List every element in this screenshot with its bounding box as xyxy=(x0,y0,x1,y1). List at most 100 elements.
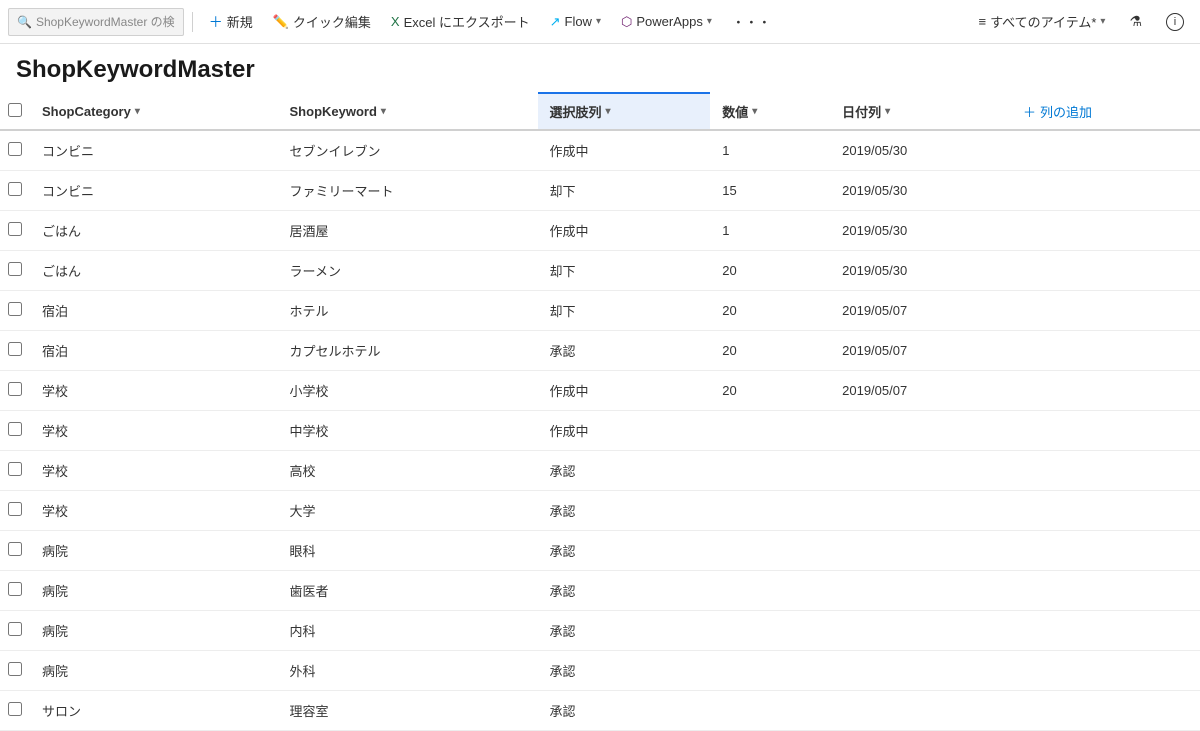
shop-category-header[interactable]: ShopCategory ▾ xyxy=(30,93,278,130)
table-row[interactable]: 学校高校承認 xyxy=(0,450,1200,490)
quick-edit-button[interactable]: ✏️ クイック編集 xyxy=(265,6,379,38)
row-checkbox-cell xyxy=(0,690,30,730)
row-dateCol-cell xyxy=(830,610,1011,650)
row-checkbox[interactable] xyxy=(8,262,22,276)
table-row[interactable]: 病院外科承認 xyxy=(0,650,1200,690)
row-checkbox[interactable] xyxy=(8,382,22,396)
table-row[interactable]: ごはん居酒屋作成中12019/05/30 xyxy=(0,210,1200,250)
row-shopCategory-cell: 宿泊 xyxy=(30,330,278,370)
excel-icon: X xyxy=(391,14,400,29)
row-checkbox[interactable] xyxy=(8,662,22,676)
select-all-checkbox[interactable] xyxy=(8,103,22,117)
row-shopCategory-cell: 病院 xyxy=(30,530,278,570)
select-col-header[interactable]: 選択肢列 ▾ xyxy=(538,93,711,130)
powerapps-button[interactable]: ⬡ PowerApps ▾ xyxy=(613,6,720,38)
row-selectCol-cell: 承認 xyxy=(538,610,711,650)
table-row[interactable]: 病院内科承認 xyxy=(0,610,1200,650)
shop-keyword-header[interactable]: ShopKeyword ▾ xyxy=(278,93,538,130)
info-icon: i xyxy=(1166,13,1184,31)
row-selectCol-cell: 却下 xyxy=(538,170,711,210)
table-row[interactable]: ごはんラーメン却下202019/05/30 xyxy=(0,250,1200,290)
row-value-cell xyxy=(710,650,830,690)
date-col-header[interactable]: 日付列 ▾ xyxy=(830,93,1011,130)
all-items-chevron-icon: ▾ xyxy=(1100,16,1105,27)
row-add-col-cell xyxy=(1011,290,1200,330)
checkbox-header[interactable] xyxy=(0,93,30,130)
add-column-button[interactable]: ＋ 列の追加 xyxy=(1023,102,1092,121)
row-checkbox[interactable] xyxy=(8,342,22,356)
shop-category-label: ShopCategory xyxy=(42,104,131,119)
add-col-header[interactable]: ＋ 列の追加 xyxy=(1011,93,1200,130)
row-checkbox[interactable] xyxy=(8,302,22,316)
row-shopKeyword-cell: 眼科 xyxy=(278,530,538,570)
plus-icon: ＋ xyxy=(1023,102,1036,121)
row-checkbox[interactable] xyxy=(8,702,22,716)
row-value-cell: 1 xyxy=(710,130,830,170)
table-row[interactable]: コンビニファミリーマート却下152019/05/30 xyxy=(0,170,1200,210)
pencil-icon: ✏️ xyxy=(273,14,289,30)
row-value-cell xyxy=(710,490,830,530)
row-value-cell xyxy=(710,450,830,490)
export-excel-button[interactable]: X Excel にエクスポート xyxy=(383,6,538,38)
more-button[interactable]: ・・・ xyxy=(724,6,779,38)
table-row[interactable]: 病院歯医者承認 xyxy=(0,570,1200,610)
flow-button[interactable]: ↗ Flow ▾ xyxy=(542,6,609,38)
table-row[interactable]: コンビニセブンイレブン作成中12019/05/30 xyxy=(0,130,1200,170)
row-checkbox[interactable] xyxy=(8,622,22,636)
hamburger-icon: ≡ xyxy=(978,14,986,29)
page-title-area: ShopKeywordMaster xyxy=(0,44,1200,92)
powerapps-icon: ⬡ xyxy=(621,14,632,30)
filter-button[interactable]: ⚗ xyxy=(1121,6,1150,38)
table-body: コンビニセブンイレブン作成中12019/05/30コンビニファミリーマート却下1… xyxy=(0,130,1200,730)
row-shopCategory-cell: 学校 xyxy=(30,410,278,450)
table-row[interactable]: 学校大学承認 xyxy=(0,490,1200,530)
search-placeholder: ShopKeywordMaster の検 xyxy=(36,13,175,30)
row-add-col-cell xyxy=(1011,490,1200,530)
row-checkbox[interactable] xyxy=(8,542,22,556)
value-label: 数値 xyxy=(722,102,748,121)
row-shopCategory-cell: 病院 xyxy=(30,570,278,610)
row-dateCol-cell xyxy=(830,690,1011,730)
table-row[interactable]: 宿泊ホテル却下202019/05/07 xyxy=(0,290,1200,330)
row-checkbox[interactable] xyxy=(8,142,22,156)
table-row[interactable]: 宿泊カプセルホテル承認202019/05/07 xyxy=(0,330,1200,370)
new-button[interactable]: ＋ 新規 xyxy=(201,6,261,38)
row-selectCol-cell: 作成中 xyxy=(538,210,711,250)
search-box[interactable]: 🔍 ShopKeywordMaster の検 xyxy=(8,8,184,36)
table-row[interactable]: サロン理容室承認 xyxy=(0,690,1200,730)
row-checkbox[interactable] xyxy=(8,582,22,596)
row-selectCol-cell: 却下 xyxy=(538,290,711,330)
row-value-cell: 20 xyxy=(710,290,830,330)
toolbar: 🔍 ShopKeywordMaster の検 ＋ 新規 ✏️ クイック編集 X … xyxy=(0,0,1200,44)
row-checkbox-cell xyxy=(0,250,30,290)
row-shopCategory-cell: サロン xyxy=(30,690,278,730)
toolbar-right: ≡ すべてのアイテム* ▾ ⚗ i xyxy=(970,6,1192,38)
row-dateCol-cell: 2019/05/30 xyxy=(830,210,1011,250)
shop-keyword-chevron-icon: ▾ xyxy=(381,106,386,117)
row-checkbox[interactable] xyxy=(8,502,22,516)
row-checkbox-cell xyxy=(0,170,30,210)
value-header[interactable]: 数値 ▾ xyxy=(710,93,830,130)
flow-icon: ↗ xyxy=(550,14,561,30)
row-shopKeyword-cell: 内科 xyxy=(278,610,538,650)
table-row[interactable]: 病院眼科承認 xyxy=(0,530,1200,570)
row-dateCol-cell: 2019/05/07 xyxy=(830,370,1011,410)
row-checkbox[interactable] xyxy=(8,182,22,196)
row-selectCol-cell: 承認 xyxy=(538,690,711,730)
quick-edit-label: クイック編集 xyxy=(293,12,371,31)
select-col-label: 選択肢列 xyxy=(550,102,602,121)
select-col-chevron-icon: ▾ xyxy=(606,106,611,117)
row-checkbox[interactable] xyxy=(8,462,22,476)
hamburger-menu-button[interactable]: ≡ すべてのアイテム* ▾ xyxy=(970,6,1113,38)
row-checkbox-cell xyxy=(0,450,30,490)
row-dateCol-cell: 2019/05/30 xyxy=(830,170,1011,210)
row-checkbox[interactable] xyxy=(8,422,22,436)
row-checkbox[interactable] xyxy=(8,222,22,236)
table-row[interactable]: 学校中学校作成中 xyxy=(0,410,1200,450)
info-button[interactable]: i xyxy=(1158,6,1192,38)
table-row[interactable]: 学校小学校作成中202019/05/07 xyxy=(0,370,1200,410)
all-items-label: すべてのアイテム* xyxy=(990,12,1096,31)
row-dateCol-cell xyxy=(830,570,1011,610)
row-dateCol-cell xyxy=(830,530,1011,570)
row-checkbox-cell xyxy=(0,530,30,570)
